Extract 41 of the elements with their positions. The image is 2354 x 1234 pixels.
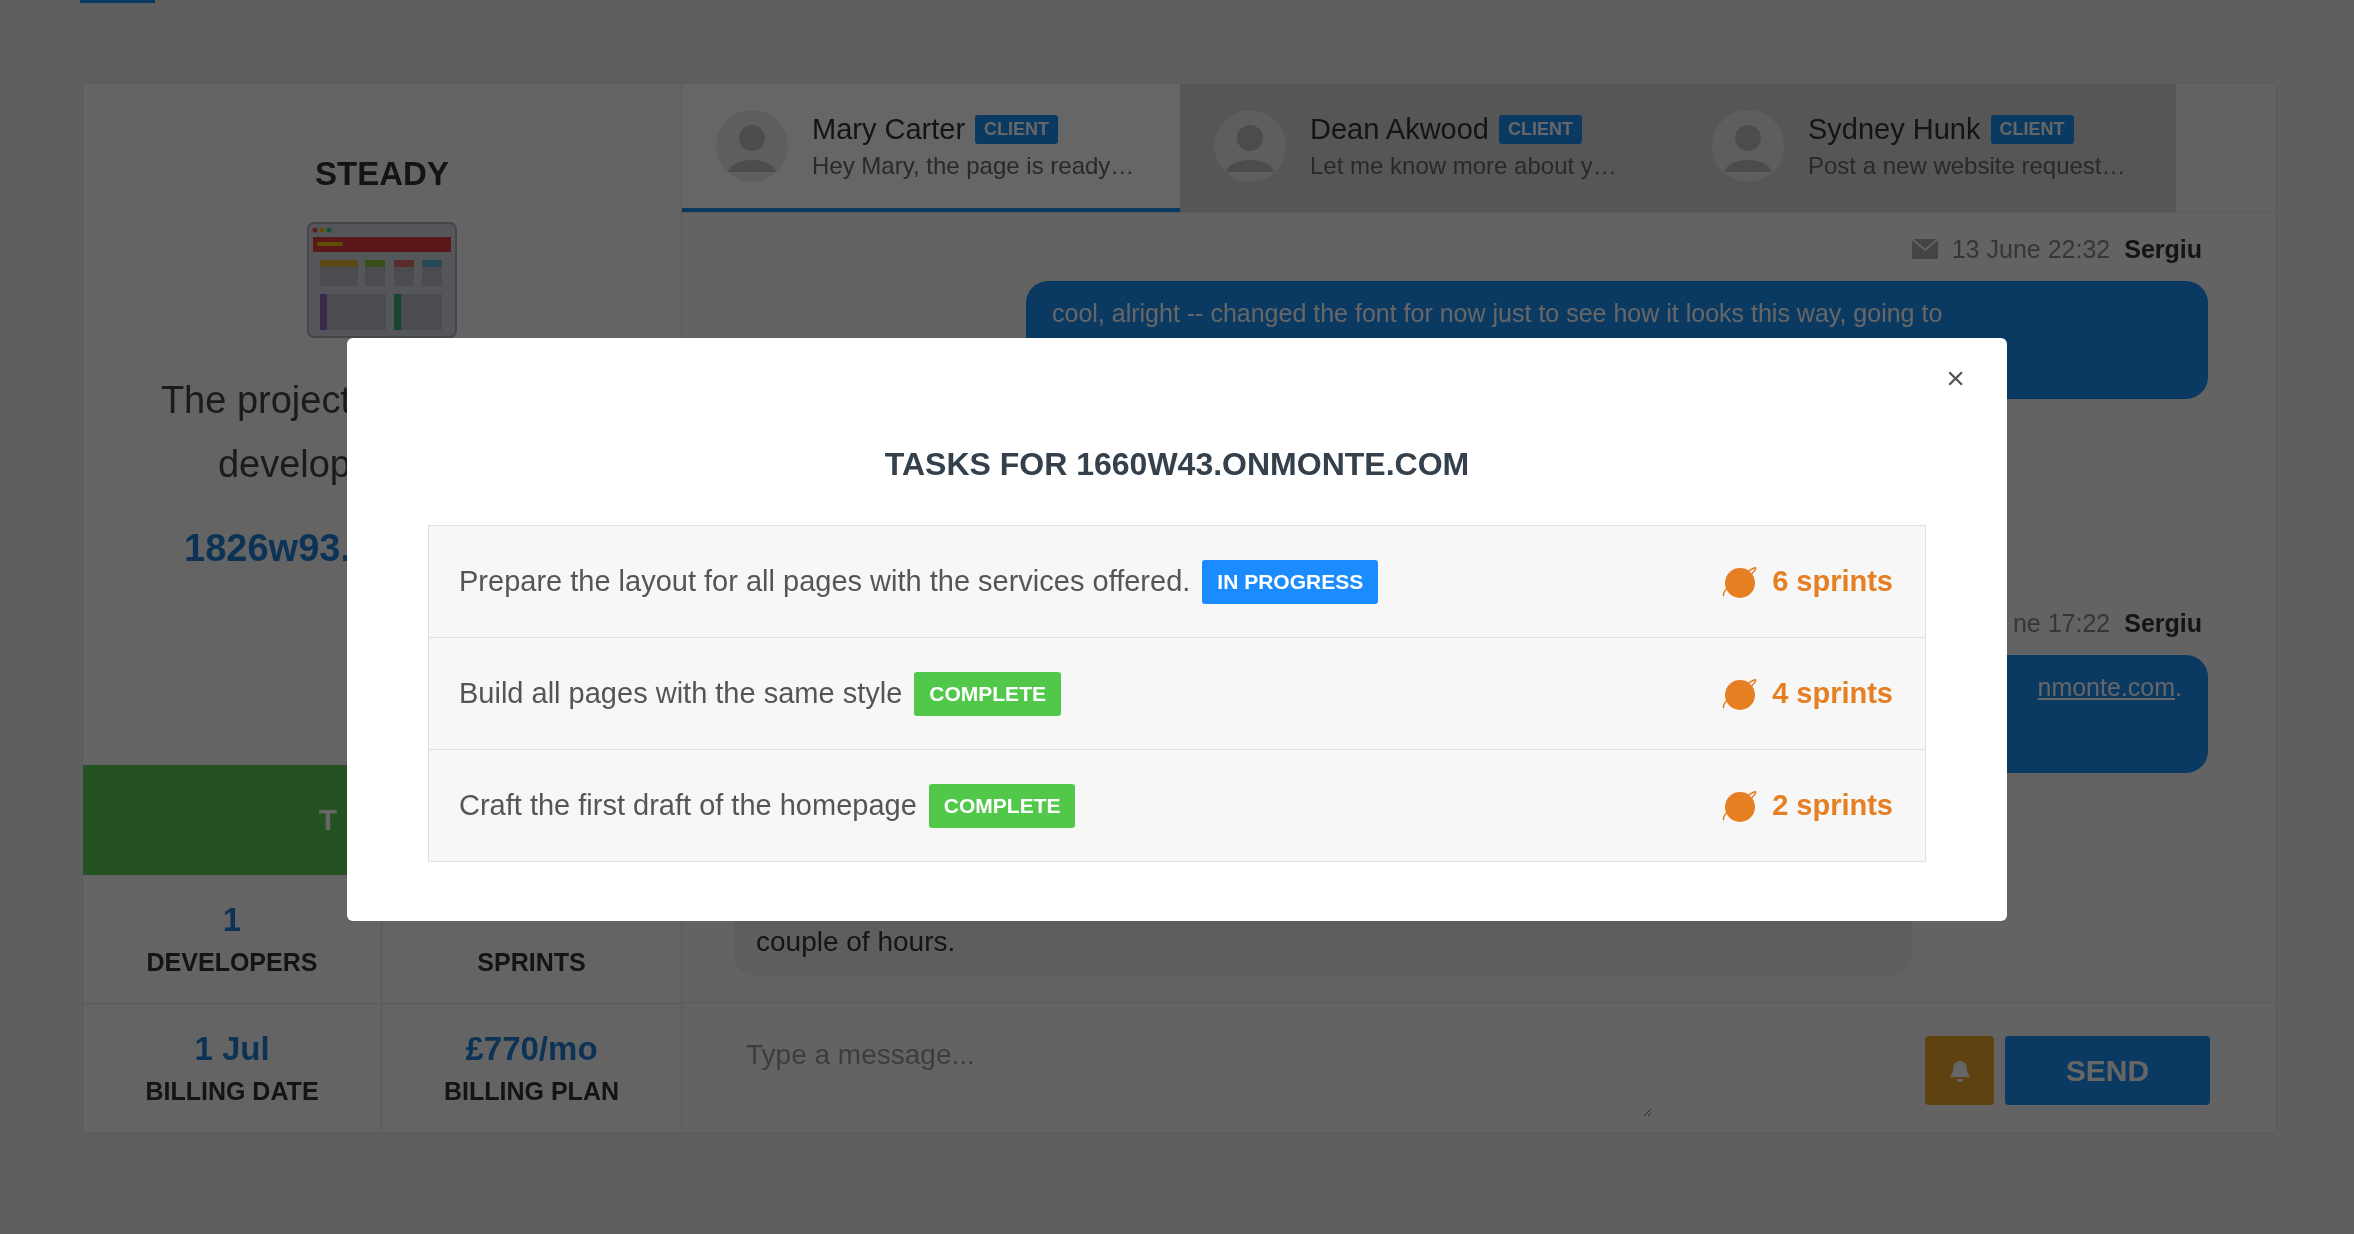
status-badge: COMPLETE (928, 783, 1076, 828)
message-author: Sergiu (2124, 608, 2202, 638)
client-tag: CLIENT (1498, 114, 1582, 144)
status-badge: IN PROGRESS (1202, 559, 1379, 604)
message-text: cool, alright -- changed the font for now just to see how it looks this way, going to (1052, 298, 1943, 329)
sprint-count: 6 sprints (1772, 565, 1893, 598)
stat-label: DEVELOPERS (146, 948, 318, 978)
message-preview: Hey Mary, the page is ready… (812, 151, 1135, 180)
task-text: Build all pages with the same style (459, 677, 903, 710)
client-tag: CLIENT (1990, 114, 2074, 144)
stat-value: £770/mo (465, 1029, 598, 1070)
project-description: The project (160, 378, 351, 423)
avatar-icon (716, 110, 788, 182)
sprint-count: 2 sprints (1772, 789, 1893, 822)
stat-label: BILLING PLAN (444, 1077, 619, 1107)
mail-icon (1911, 239, 1938, 259)
sprint-count: 4 sprints (1772, 677, 1893, 710)
client-tag: CLIENT (975, 114, 1059, 144)
contact-name: Mary Carter (812, 112, 966, 146)
message-text: nmonte.com. (2037, 672, 2182, 703)
task-text: Craft the first draft of the homepage (459, 789, 917, 822)
notify-button[interactable] (1925, 1036, 1994, 1105)
status-badge: COMPLETE (914, 671, 1061, 716)
stat-label: SPRINTS (477, 948, 586, 978)
message-text: couple of hours. (756, 926, 956, 958)
project-link[interactable]: 1826w93. (184, 516, 351, 580)
contact-name: Sydney Hunk (1808, 112, 1981, 146)
close-button[interactable]: × (1938, 356, 1973, 401)
banner-text: T (318, 803, 337, 837)
project-description: develop (217, 442, 351, 487)
message-link[interactable]: nmonte.com (2037, 673, 2176, 701)
project-title: STEADY (315, 154, 449, 194)
send-button[interactable]: SEND (2005, 1036, 2210, 1105)
message-author: Sergiu (2124, 234, 2202, 264)
contact-name: Dean Akwood (1310, 112, 1489, 146)
bell-icon (1948, 1058, 1971, 1083)
stat-label: BILLING DATE (145, 1077, 319, 1107)
stat-value: 1 (222, 900, 242, 941)
stat-value: 1 Jul (194, 1029, 270, 1070)
task-text: Prepare the layout for all pages with the services offered. (459, 565, 1191, 598)
dialog-title: TASKS FOR 1660W43.ONMONTE.COM (884, 445, 1470, 484)
